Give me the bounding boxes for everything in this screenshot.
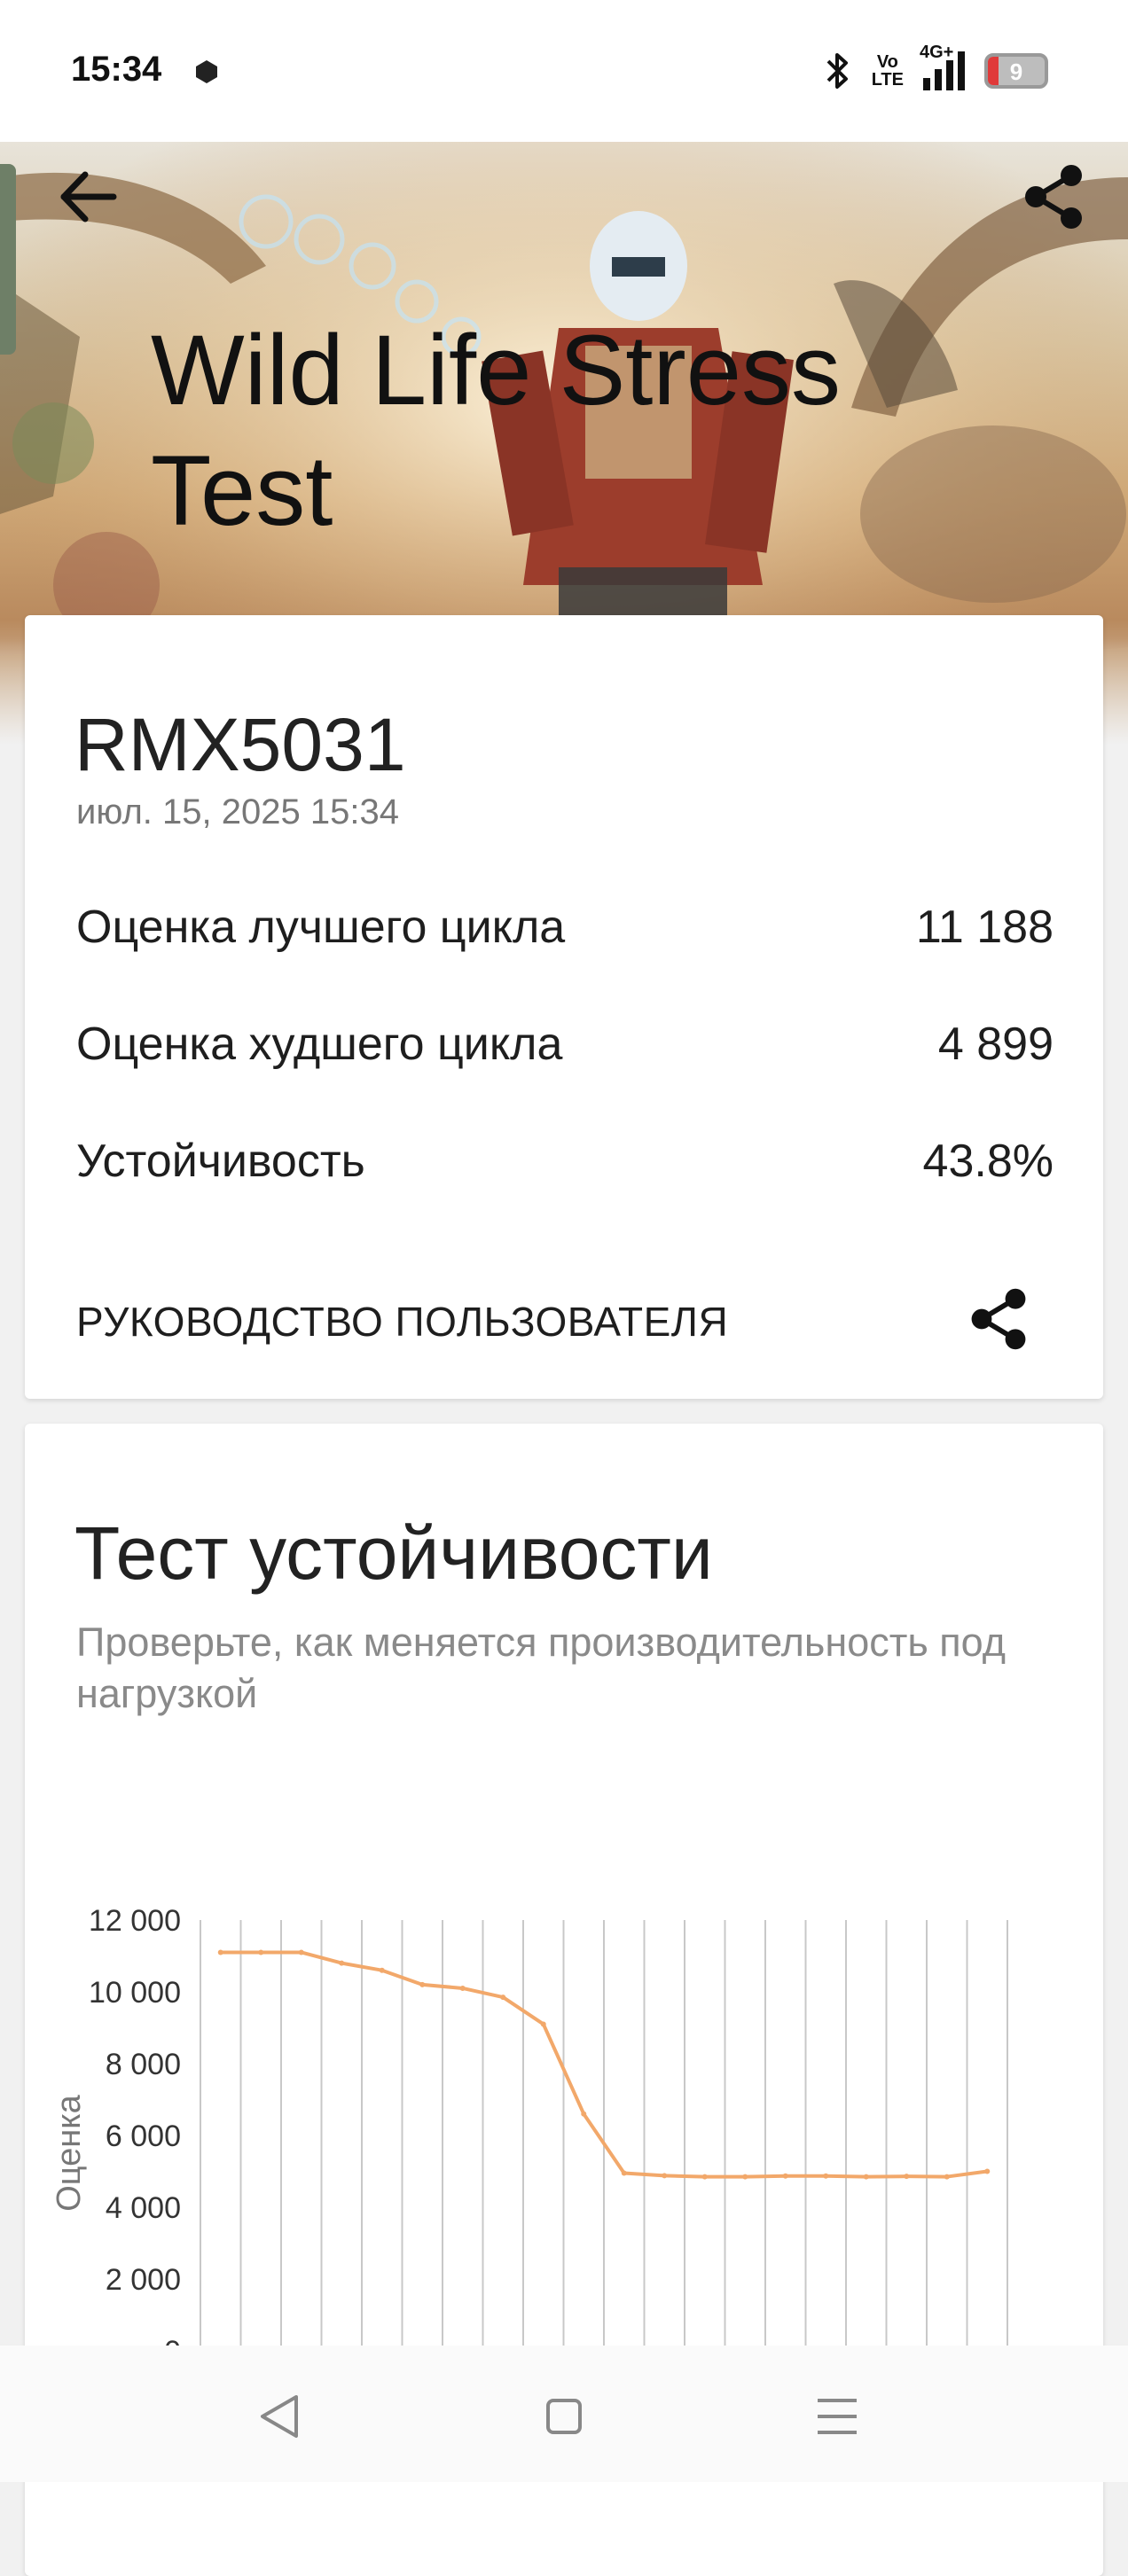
status-icons: Vo LTE 4G+ 9 (822, 43, 1048, 96)
network-type: 4G+ (920, 43, 954, 62)
y-tick-label: 6 000 (106, 2119, 181, 2153)
back-triangle-icon[interactable] (245, 2381, 316, 2452)
data-point (459, 1985, 466, 1991)
data-point (621, 2170, 627, 2176)
battery-level: 9 (1009, 59, 1023, 85)
data-point (217, 1949, 223, 1955)
bluetooth-icon (826, 53, 848, 89)
data-point (298, 1949, 304, 1955)
data-point (581, 2111, 587, 2117)
volte-line2: LTE (871, 70, 904, 90)
device-name: RMX5031 (74, 703, 406, 786)
share-button[interactable] (1018, 161, 1089, 232)
best-loop-row: Оценка лучшего цикла 11 188 (76, 901, 1054, 954)
share-icon (971, 1288, 1026, 1350)
share-result-button[interactable] (965, 1285, 1032, 1353)
data-point (258, 1949, 264, 1955)
stability-chart: 02 0004 0006 0008 00010 00012 000 Оценка (51, 1904, 1013, 2369)
data-point (701, 2174, 708, 2180)
data-point (500, 1994, 506, 2001)
test-date: июл. 15, 2025 15:34 (76, 792, 399, 831)
back-button[interactable] (53, 161, 124, 232)
home-square-icon[interactable] (529, 2381, 599, 2452)
data-point (904, 2174, 910, 2180)
volte-line1: Vo (876, 52, 898, 72)
y-tick-label: 10 000 (89, 1976, 181, 2010)
y-tick-label: 12 000 (89, 1904, 181, 1938)
stability-row: Устойчивость 43.8% (76, 1135, 1054, 1188)
best-loop-value: 11 188 (915, 902, 1054, 953)
data-point (339, 1960, 345, 1966)
data-point (662, 2173, 668, 2179)
stability-label: Устойчивость (76, 1136, 365, 1187)
share-icon (1025, 165, 1082, 229)
battery-icon: 9 (984, 53, 1048, 89)
stability-subtitle: Проверьте, как меняется производительнос… (76, 1620, 1006, 1716)
y-tick-label: 2 000 (106, 2263, 181, 2297)
navigation-bar (0, 2346, 1128, 2482)
side-panel-handle[interactable] (0, 164, 16, 355)
stability-value: 43.8% (922, 1136, 1054, 1187)
data-point (863, 2174, 869, 2180)
data-point (742, 2174, 748, 2180)
result-card: RMX5031 июл. 15, 2025 15:34 Оценка лучше… (25, 615, 1103, 1399)
y-axis-label: Оценка (51, 2094, 88, 2211)
y-axis-ticks: 02 0004 0006 0008 00010 00012 000 (89, 1904, 181, 2369)
data-point (944, 2174, 950, 2180)
stability-title: Тест устойчивости (74, 1511, 713, 1595)
best-loop-label: Оценка лучшего цикла (76, 902, 566, 953)
data-point (379, 1967, 385, 1973)
worst-loop-row: Оценка худшего цикла 4 899 (76, 1018, 1054, 1071)
page-title: Wild Life Stress Test (151, 315, 841, 546)
notification-dot-icon (196, 60, 217, 83)
volte-icon: Vo LTE (872, 53, 904, 89)
menu-lines-icon[interactable] (802, 2381, 873, 2452)
user-guide-link[interactable]: РУКОВОДСТВО ПОЛЬЗОВАТЕЛЯ (76, 1298, 728, 1346)
data-point (782, 2173, 788, 2179)
data-point (419, 1981, 426, 1987)
y-tick-label: 4 000 (106, 2191, 181, 2225)
chart-grid (200, 1920, 1008, 2351)
data-point (984, 2168, 991, 2174)
data-point (823, 2173, 829, 2179)
data-point (540, 2021, 546, 2027)
signal-icon: 4G+ (920, 43, 965, 90)
worst-loop-label: Оценка худшего цикла (76, 1019, 563, 1070)
worst-loop-value: 4 899 (937, 1019, 1054, 1070)
status-bar: 15:34 Vo LTE 4G+ 9 (0, 0, 1128, 142)
y-tick-label: 8 000 (106, 2048, 181, 2081)
status-time: 15:34 (71, 50, 162, 89)
arrow-left-icon (60, 171, 117, 222)
